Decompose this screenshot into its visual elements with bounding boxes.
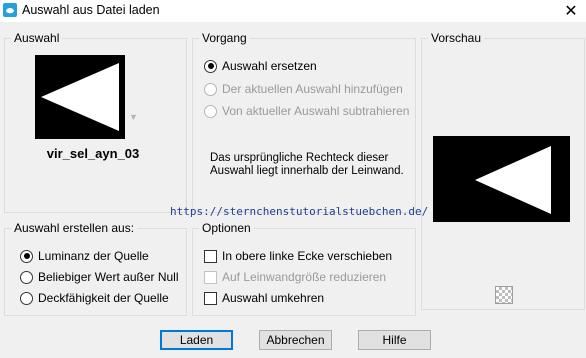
checkbox-indicator	[204, 291, 217, 305]
radio-label: Deckfähigkeit der Quelle	[38, 291, 169, 305]
radio-label: Auswahl ersetzen	[222, 59, 317, 73]
dialog-body: Auswahl ▼ vir_sel_ayn_03 Vorgang Auswahl…	[0, 22, 586, 358]
app-icon	[3, 3, 17, 17]
watermark-url: https://sternchenstutorialstuebchen.de/	[170, 205, 429, 218]
info-text: Das ursprüngliche Rechteck dieser Auswah…	[210, 152, 404, 177]
process-group-label: Vorgang	[199, 31, 250, 45]
title-bar: Auswahl aus Datei laden ✕	[0, 0, 586, 22]
window-title: Auswahl aus Datei laden	[22, 3, 160, 17]
selection-thumbnail-image	[35, 55, 125, 139]
radio-add-to-selection[interactable]: Der aktuellen Auswahl hinzufügen	[204, 82, 403, 96]
selection-group-label: Auswahl	[11, 31, 63, 45]
radio-indicator	[20, 249, 33, 263]
checkbox-label: In obere linke Ecke verschieben	[222, 249, 393, 263]
radio-subtract-from-selection[interactable]: Von aktueller Auswahl subtrahieren	[204, 104, 409, 118]
help-button[interactable]: Hilfe	[358, 330, 431, 350]
checkbox-invert-selection[interactable]: Auswahl umkehren	[204, 291, 324, 305]
radio-replace-selection[interactable]: Auswahl ersetzen	[204, 59, 317, 73]
load-button[interactable]: Laden	[160, 330, 233, 350]
chevron-down-icon[interactable]: ▼	[129, 112, 138, 122]
checkbox-label: Auf Leinwandgröße reduzieren	[222, 270, 387, 284]
checkbox-indicator	[204, 270, 217, 284]
radio-source-opacity[interactable]: Deckfähigkeit der Quelle	[20, 291, 169, 305]
checkbox-reduce-to-canvas[interactable]: Auf Leinwandgröße reduzieren	[204, 270, 386, 284]
checkbox-indicator	[204, 249, 217, 263]
transparency-icon[interactable]	[495, 286, 513, 304]
radio-indicator	[20, 270, 33, 284]
radio-label: Beliebiger Wert außer Null	[38, 270, 179, 284]
checkbox-label: Auswahl umkehren	[222, 291, 325, 305]
close-button[interactable]: ✕	[556, 0, 586, 22]
radio-indicator	[204, 82, 217, 96]
checkbox-move-top-left[interactable]: In obere linke Ecke verschieben	[204, 249, 392, 263]
radio-any-nonzero[interactable]: Beliebiger Wert außer Null	[20, 270, 179, 284]
radio-indicator	[204, 59, 217, 73]
radio-label: Der aktuellen Auswahl hinzufügen	[222, 82, 403, 96]
preview-canvas	[433, 136, 570, 222]
close-icon: ✕	[564, 3, 578, 20]
preview-group-label: Vorschau	[428, 31, 485, 45]
radio-label: Luminanz der Quelle	[38, 249, 149, 263]
cancel-button[interactable]: Abbrechen	[259, 330, 332, 350]
selection-thumbnail[interactable]	[35, 55, 125, 139]
radio-source-luminance[interactable]: Luminanz der Quelle	[20, 249, 149, 263]
selection-name: vir_sel_ayn_03	[46, 146, 140, 161]
options-group-label: Optionen	[199, 221, 254, 235]
radio-label: Von aktueller Auswahl subtrahieren	[222, 104, 410, 118]
create-from-group-label: Auswahl erstellen aus:	[11, 221, 138, 235]
radio-indicator	[20, 291, 33, 305]
radio-indicator	[204, 104, 217, 118]
preview-image	[433, 136, 570, 222]
